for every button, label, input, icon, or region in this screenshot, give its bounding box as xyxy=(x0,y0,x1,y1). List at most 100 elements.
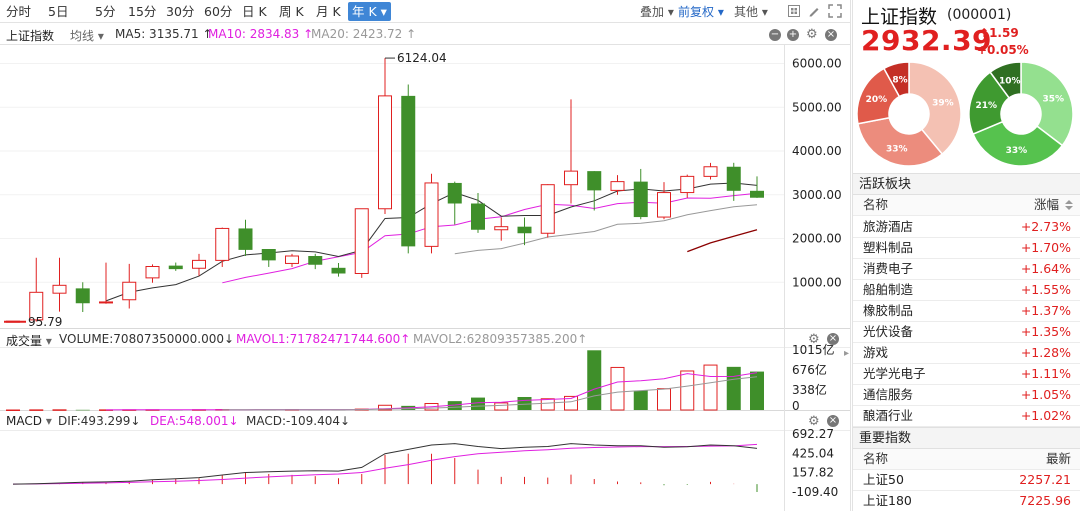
candle-body-down xyxy=(168,265,183,270)
sector-row-name: 消费电子 xyxy=(863,261,914,276)
volume-bar-up xyxy=(29,409,44,411)
sector-row-value: +1.64% xyxy=(1020,261,1071,276)
index-row-name: 上证50 xyxy=(863,472,904,487)
index-row[interactable]: 上证180 7225.96 xyxy=(853,491,1080,511)
donut-right-label: 33% xyxy=(1006,146,1028,156)
volume-axis-label: 338亿 xyxy=(792,382,827,397)
index-code: (000001) xyxy=(947,7,1012,23)
donut-chart-left: 39% 33% 20% 8% xyxy=(856,61,962,167)
candle-body-up xyxy=(564,170,578,186)
candle-body-down xyxy=(447,182,462,204)
candle-body-up xyxy=(145,266,160,279)
price-axis-label: 5000.00 xyxy=(792,100,842,114)
index-row[interactable]: 上证50 2257.21 xyxy=(853,470,1080,491)
candle-body-up xyxy=(610,181,625,191)
candle-body-down xyxy=(726,166,741,191)
quote-panel: 上证指数 (000001) 2932.39 ↑1.59 +0.05% 39% 33… xyxy=(852,0,1080,511)
candle-body-up xyxy=(703,166,718,177)
candle-body-up xyxy=(215,227,230,261)
volume-bar-down xyxy=(587,350,602,410)
index-row-name: 上证180 xyxy=(863,493,912,508)
volume-axis-label: 676亿 xyxy=(792,362,827,377)
sector-row-name: 光学光电子 xyxy=(863,366,926,381)
price-change-value: 1.59 xyxy=(989,26,1019,40)
volume-bar-down xyxy=(471,397,485,410)
ma30-line xyxy=(687,229,758,253)
sector-header-change[interactable]: 涨幅 xyxy=(1034,195,1059,215)
candle-body-down xyxy=(471,203,485,230)
sector-row-value: +1.11% xyxy=(1020,366,1071,381)
volume-bar-up xyxy=(657,388,671,411)
candle-body-up xyxy=(285,255,299,264)
candle-body-up xyxy=(122,281,137,301)
candle-body-up xyxy=(354,208,369,274)
sector-header-name: 名称 xyxy=(863,197,889,212)
sector-row-name: 酿酒行业 xyxy=(863,408,914,423)
volume-bar-up xyxy=(610,366,625,411)
volume-bar-up xyxy=(540,398,555,411)
volume-bar-down xyxy=(726,366,741,410)
price-axis-label: 4000.00 xyxy=(792,144,842,158)
volume-bar-down xyxy=(633,390,648,410)
sector-row[interactable]: 游戏 +1.28% xyxy=(853,343,1080,364)
index-header-latest: 最新 xyxy=(1045,451,1071,466)
sector-row[interactable]: 船舶制造 +1.55% xyxy=(853,280,1080,301)
volume-bar-up xyxy=(703,364,718,411)
candle-body-down xyxy=(401,95,416,247)
sector-row-name: 塑料制品 xyxy=(863,240,914,255)
sector-table-header: 名称 涨幅 xyxy=(853,195,1080,216)
volume-bar-up xyxy=(680,370,695,411)
candle-body-up xyxy=(99,301,113,304)
donut-left-label: 33% xyxy=(886,144,908,154)
index-table-header: 名称 最新 xyxy=(853,449,1080,470)
sector-row-value: +1.37% xyxy=(1020,303,1071,318)
index-row-value: 7225.96 xyxy=(1019,493,1071,508)
sector-row[interactable]: 通信服务 +1.05% xyxy=(853,385,1080,406)
candle-body-down xyxy=(517,226,532,234)
market-breadth-donuts: 39% 33% 20% 8% 35% 33% 21% 10% xyxy=(856,61,1074,167)
donut-right-label: 35% xyxy=(1042,95,1064,105)
donut-left-label: 20% xyxy=(866,95,888,105)
candle-body-up xyxy=(52,284,67,294)
volume-axis-label: 1015亿 xyxy=(792,342,835,357)
volume-bar-up xyxy=(494,402,509,411)
sector-row[interactable]: 酿酒行业 +1.02% xyxy=(853,406,1080,427)
candle-body-down xyxy=(308,256,323,265)
index-header-name: 名称 xyxy=(863,451,889,466)
sector-row[interactable]: 光伏设备 +1.35% xyxy=(853,322,1080,343)
sector-row[interactable]: 塑料制品 +1.70% xyxy=(853,238,1080,259)
sector-row-value: +1.28% xyxy=(1020,345,1071,360)
candle-body-down xyxy=(331,267,346,274)
kline-chart[interactable]: 6000.00 5000.00 4000.00 3000.00 2000.00 1000.… xyxy=(0,0,852,511)
high-price-label: 6124.04 xyxy=(397,51,447,65)
sector-row[interactable]: 消费电子 +1.64% xyxy=(853,259,1080,280)
sort-icon[interactable] xyxy=(1065,200,1073,210)
candle-body-down xyxy=(633,181,648,218)
sector-row-value: +1.02% xyxy=(1020,408,1071,423)
donut-left-label: 8% xyxy=(892,76,907,86)
arrow-up-icon: ↑ xyxy=(979,26,990,40)
low-price-label: 95.79 xyxy=(28,315,62,329)
sector-row[interactable]: 橡胶制品 +1.37% xyxy=(853,301,1080,322)
price-axis-label: 3000.00 xyxy=(792,188,842,202)
sector-row[interactable]: 旅游酒店 +2.73% xyxy=(853,217,1080,238)
candle-body-up xyxy=(657,192,671,218)
price-change: ↑1.59 xyxy=(979,26,1019,40)
volume-bar-up xyxy=(52,409,67,411)
sector-row-value: +1.35% xyxy=(1020,324,1071,339)
active-sectors-title: 活跃板块 xyxy=(853,173,1080,195)
sector-row-value: +1.70% xyxy=(1020,240,1071,255)
macd-axis-label: 692.27 xyxy=(792,427,834,441)
candle-body-down xyxy=(587,171,602,191)
price-axis-label: 6000.00 xyxy=(792,57,842,71)
candle-body-up xyxy=(424,182,439,247)
donut-left-label: 39% xyxy=(932,98,954,108)
sector-row-name: 游戏 xyxy=(863,345,889,360)
mavol2-line xyxy=(222,376,758,411)
sector-row-value: +2.73% xyxy=(1020,219,1071,234)
macd-axis-label: 157.82 xyxy=(792,466,834,480)
candle-body-down xyxy=(238,228,253,250)
sector-row[interactable]: 光学光电子 +1.11% xyxy=(853,364,1080,385)
panel-toggle-icon[interactable]: ▸ xyxy=(844,348,849,359)
index-price: 2932.39 xyxy=(861,24,993,57)
